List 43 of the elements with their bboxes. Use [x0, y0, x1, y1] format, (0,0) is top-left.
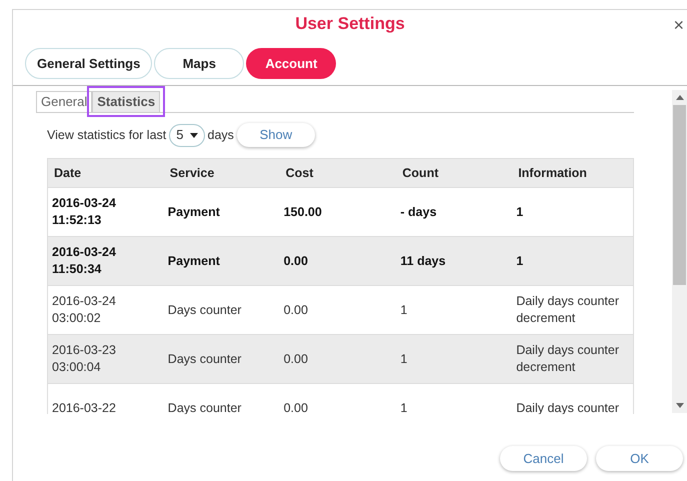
dialog-button[interactable]: OK: [596, 446, 683, 471]
table-cell-text: 1: [399, 302, 408, 318]
scroll-down-icon: [676, 403, 684, 408]
days-dropdown[interactable]: 5: [169, 124, 204, 146]
dialog-button[interactable]: Cancel: [500, 446, 587, 471]
filter-label: View statistics for last: [47, 126, 166, 144]
table-cell-text: - days: [399, 204, 438, 220]
table-cell-text: 11 days: [399, 252, 447, 270]
scroll-up-icon: [676, 95, 684, 100]
table-cell-text: 2016-03-23 03:00:04: [51, 342, 117, 376]
column-header: Cost: [284, 164, 314, 182]
table-cell-text: Days counter: [166, 302, 242, 318]
table-cell-text: 0.00: [282, 252, 309, 270]
table-cell-text: Days counter: [166, 350, 242, 368]
table-cell-text: 2016-03-24 11:52:13: [51, 195, 117, 229]
table-cell-text: 0.00: [282, 302, 309, 318]
table-cell-text: 2016-03-24 03:00:02: [51, 293, 117, 327]
show-button[interactable]: Show: [236, 123, 315, 147]
tab[interactable]: Maps: [154, 48, 244, 79]
column-header: Information: [517, 164, 588, 182]
table-cell-text: 1: [515, 204, 524, 220]
table-cell-text: 150.00: [282, 204, 323, 220]
table-cell-text: 0.00: [282, 350, 309, 368]
caret-icon: [190, 132, 198, 138]
table-cell-text: 2016-03-24 11:50:34: [51, 244, 117, 278]
table-cell-text: 1: [399, 400, 408, 414]
table-cell-text: 1: [399, 350, 408, 368]
subtab[interactable]: General: [36, 91, 92, 112]
column-header: Date: [53, 164, 82, 182]
table-cell-text: Payment: [166, 204, 221, 220]
close-button[interactable]: ×: [673, 16, 684, 34]
table-cell-text: Daily days counter decrement: [515, 293, 620, 327]
window-title: User Settings: [295, 13, 405, 36]
column-header: Count: [401, 164, 440, 182]
table-cell-text: 1: [515, 252, 524, 270]
table-cell-text: Daily days counter decrement: [515, 342, 620, 376]
table-cell-text: 2016-03-22: [51, 400, 117, 414]
table-cell-text: 0.00: [282, 400, 309, 414]
days-label: days: [208, 126, 234, 144]
tab[interactable]: Account: [246, 48, 336, 79]
table-cell-text: Payment: [166, 252, 221, 270]
column-header: Service: [168, 164, 216, 182]
tab[interactable]: General Settings: [25, 48, 152, 79]
